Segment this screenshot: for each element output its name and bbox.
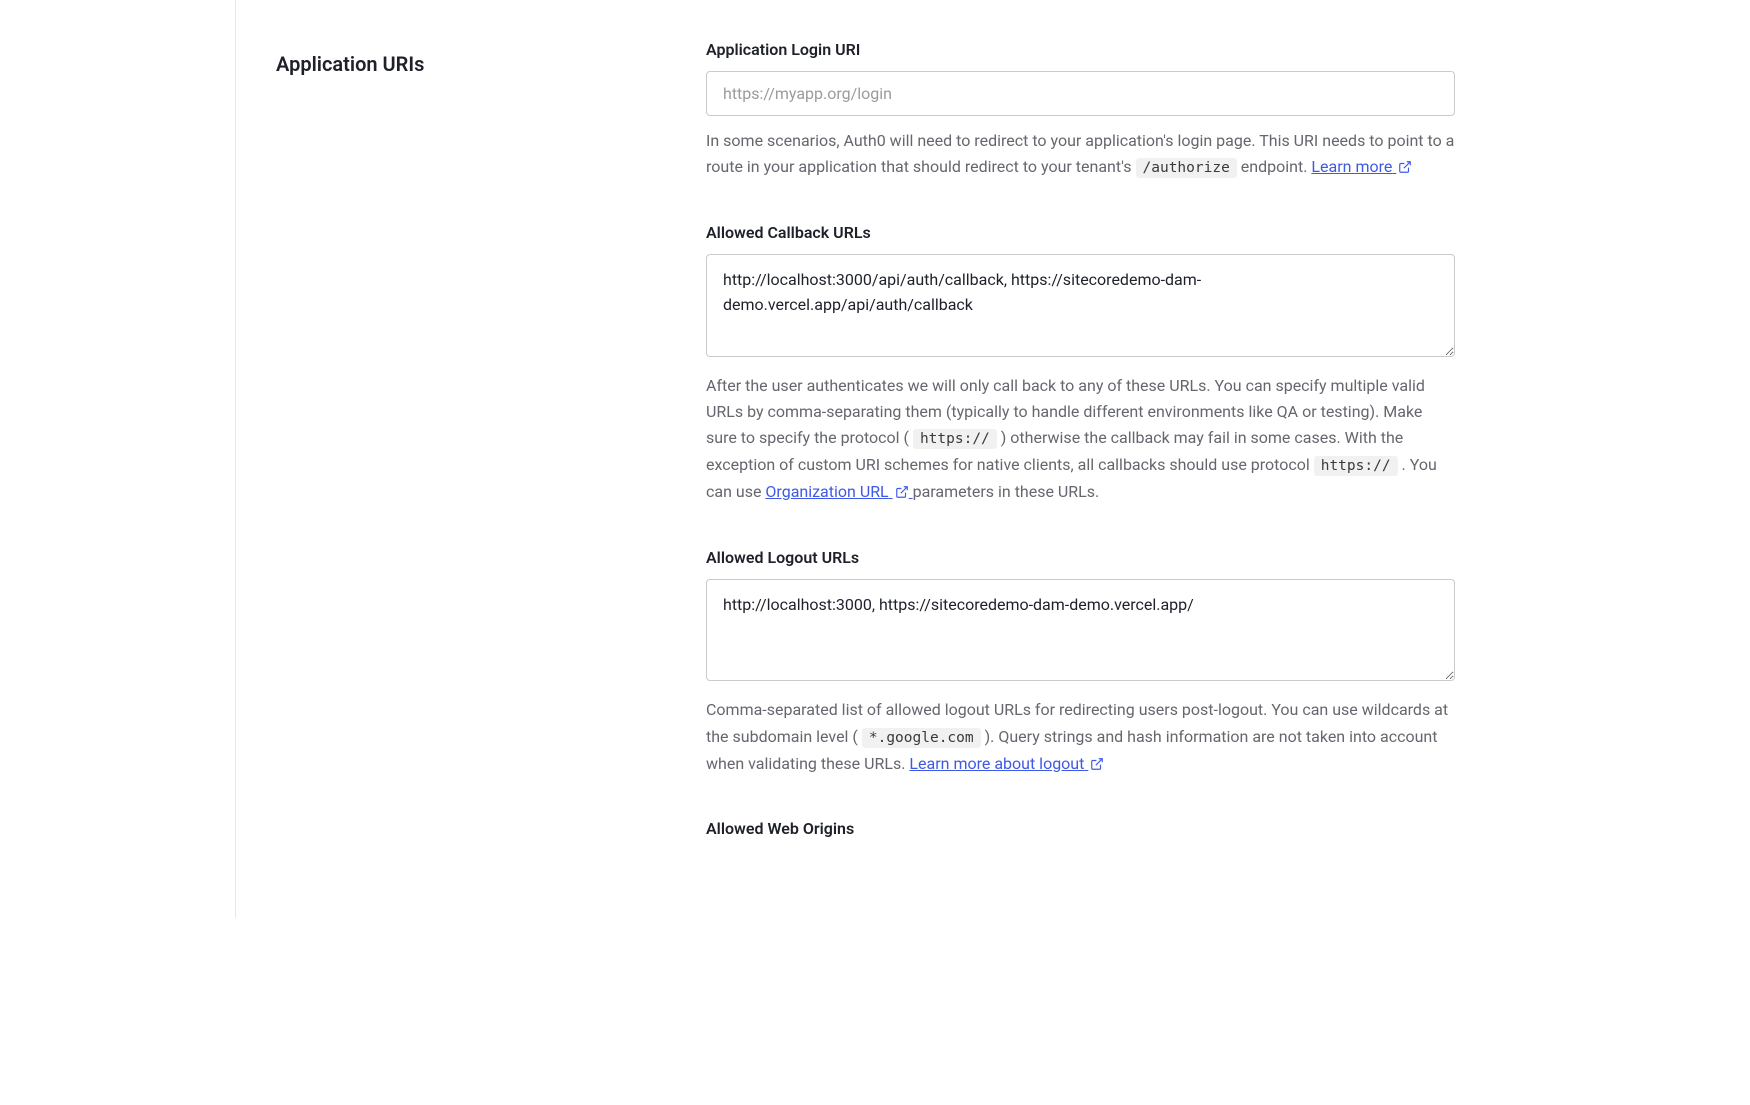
callback-urls-textarea[interactable] xyxy=(706,254,1455,357)
external-link-icon xyxy=(1090,753,1104,779)
external-link-icon xyxy=(1398,156,1412,182)
logout-urls-field-group: Allowed Logout URLs Comma-separated list… xyxy=(706,548,1455,779)
logout-urls-textarea[interactable] xyxy=(706,579,1455,682)
section-right-column: Application Login URI In some scenarios,… xyxy=(706,40,1515,878)
link-text: Learn more xyxy=(1311,157,1392,176)
application-uris-section: Application URIs Application Login URI I… xyxy=(235,0,1515,918)
help-text-segment: endpoint. xyxy=(1241,157,1312,176)
callback-urls-label: Allowed Callback URLs xyxy=(706,223,1455,242)
organization-url-link[interactable]: Organization URL xyxy=(765,482,912,501)
wildcard-domain-code: *.google.com xyxy=(862,728,981,748)
external-link-icon xyxy=(895,481,909,507)
callback-urls-help-text: After the user authenticates we will onl… xyxy=(706,373,1455,508)
learn-more-logout-link[interactable]: Learn more about logout xyxy=(909,754,1104,773)
link-text: Learn more about logout xyxy=(909,754,1084,773)
link-text: Organization URL xyxy=(765,482,888,501)
web-origins-label: Allowed Web Origins xyxy=(706,819,1455,838)
learn-more-link[interactable]: Learn more xyxy=(1311,157,1412,176)
authorize-endpoint-code: /authorize xyxy=(1136,158,1237,178)
https-protocol-code: https:// xyxy=(913,429,997,449)
login-uri-field-group: Application Login URI In some scenarios,… xyxy=(706,40,1455,183)
login-uri-label: Application Login URI xyxy=(706,40,1455,59)
callback-urls-field-group: Allowed Callback URLs After the user aut… xyxy=(706,223,1455,508)
https-protocol-code: https:// xyxy=(1314,456,1398,476)
login-uri-help-text: In some scenarios, Auth0 will need to re… xyxy=(706,128,1455,183)
logout-urls-label: Allowed Logout URLs xyxy=(706,548,1455,567)
logout-urls-help-text: Comma-separated list of allowed logout U… xyxy=(706,697,1455,779)
section-left-column: Application URIs xyxy=(236,40,706,878)
help-text-segment: parameters in these URLs. xyxy=(913,482,1100,501)
section-title: Application URIs xyxy=(276,52,706,76)
login-uri-input[interactable] xyxy=(706,71,1455,116)
web-origins-field-group: Allowed Web Origins xyxy=(706,819,1455,838)
